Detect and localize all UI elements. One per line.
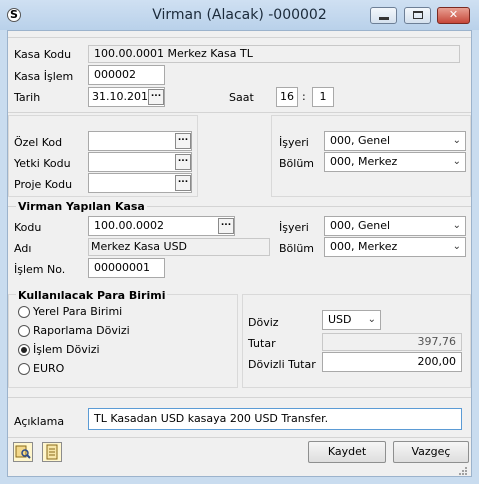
radio-label: Yerel Para Birimi (33, 305, 123, 318)
radio-label: İşlem Dövizi (33, 343, 100, 356)
minimize-icon (379, 17, 389, 20)
yetki-kodu-lookup-button[interactable]: ... (175, 154, 191, 170)
kasa-kodu-label: Kasa Kodu (14, 48, 72, 61)
dovizli-tutar-label: Dövizli Tutar (248, 358, 316, 371)
radio-button-selected[interactable] (18, 344, 30, 356)
chevron-down-icon: ⌄ (452, 156, 461, 167)
chevron-down-icon: ⌄ (367, 314, 376, 325)
virman-section-title: Virman Yapılan Kasa (16, 200, 147, 213)
radio-button[interactable] (18, 325, 30, 337)
currency-radio-group: Yerel Para Birimi Raporlama Dövizi İşlem… (18, 304, 218, 380)
ozel-kod-label: Özel Kod (14, 136, 63, 149)
virman-kodu-lookup-button[interactable]: ... (218, 218, 234, 234)
search-tool-button[interactable] (13, 442, 33, 462)
doviz-label: Döviz (248, 316, 279, 329)
islem-no-field[interactable]: 00000001 (88, 258, 165, 278)
virman-adi-label: Adı (14, 242, 32, 255)
isyeri-value: 000, Genel (330, 134, 391, 147)
radio-button[interactable] (18, 306, 30, 318)
chevron-down-icon: ⌄ (452, 135, 461, 146)
aciklama-field[interactable]: TL Kasadan USD kasaya 200 USD Transfer. (88, 408, 462, 430)
virman-adi-field: Merkez Kasa USD (88, 238, 270, 256)
divider (8, 437, 471, 438)
document-icon (46, 444, 58, 460)
tarih-label: Tarih (14, 91, 41, 104)
isyeri-select[interactable]: 000, Genel ⌄ (324, 131, 466, 151)
radio-option-raporlama[interactable]: Raporlama Dövizi (18, 323, 218, 339)
radio-label: EURO (33, 362, 65, 375)
kasa-islem-field[interactable]: 000002 (88, 65, 165, 85)
divider (8, 112, 471, 113)
virman-kodu-label: Kodu (14, 221, 42, 234)
bolum-select[interactable]: 000, Merkez ⌄ (324, 152, 466, 172)
divider (8, 397, 471, 398)
virman-bolum-value: 000, Merkez (330, 240, 398, 253)
radio-button[interactable] (18, 363, 30, 375)
radio-option-islem-dovizi[interactable]: İşlem Dövizi (18, 342, 218, 358)
proje-kodu-label: Proje Kodu (14, 178, 73, 191)
tutar-label: Tutar (248, 337, 276, 350)
radio-option-euro[interactable]: EURO (18, 361, 218, 377)
ozel-kod-lookup-button[interactable]: ... (175, 133, 191, 149)
kasa-islem-label: Kasa İşlem (14, 70, 74, 83)
tarih-picker-button[interactable]: ... (148, 89, 164, 105)
maximize-button[interactable] (404, 7, 431, 24)
close-icon: ✕ (448, 8, 459, 21)
saat-separator: : (302, 90, 306, 103)
radio-label: Raporlama Dövizi (33, 324, 130, 337)
yetki-kodu-label: Yetki Kodu (14, 157, 71, 170)
dovizli-tutar-field[interactable]: 200,00 (322, 352, 462, 372)
saat-hour-field[interactable]: 16 (276, 87, 298, 107)
tutar-field: 397,76 (322, 333, 462, 351)
chevron-down-icon: ⌄ (452, 241, 461, 252)
minimize-button[interactable] (370, 7, 397, 24)
resize-grip-icon[interactable] (458, 466, 468, 476)
close-button[interactable]: ✕ (437, 7, 470, 24)
virman-isyeri-label: İşyeri (279, 221, 309, 234)
virman-bolum-select[interactable]: 000, Merkez ⌄ (324, 237, 466, 257)
divider (8, 37, 471, 38)
tarih-value: 31.10.2013 (92, 90, 155, 103)
maximize-icon (413, 11, 423, 19)
save-button[interactable]: Kaydet (308, 441, 386, 463)
chevron-down-icon: ⌄ (452, 220, 461, 231)
doviz-value: USD (328, 313, 352, 326)
currency-section-title: Kullanılacak Para Birimi (16, 289, 168, 302)
islem-no-label: İşlem No. (14, 263, 66, 276)
cancel-button[interactable]: Vazgeç (393, 441, 469, 463)
aciklama-label: Açıklama (14, 415, 65, 428)
saat-minute-field[interactable]: 1 (312, 87, 334, 107)
virman-bolum-label: Bölüm (279, 242, 315, 255)
saat-label: Saat (229, 91, 254, 104)
search-icon (15, 445, 31, 459)
isyeri-label: İşyeri (279, 136, 309, 149)
doviz-select[interactable]: USD ⌄ (322, 310, 381, 330)
proje-kodu-lookup-button[interactable]: ... (175, 175, 191, 191)
virman-kodu-field[interactable]: 100.00.0002 (88, 216, 235, 236)
virman-isyeri-value: 000, Genel (330, 219, 391, 232)
bolum-value: 000, Merkez (330, 155, 398, 168)
bolum-label: Bölüm (279, 157, 315, 170)
virman-isyeri-select[interactable]: 000, Genel ⌄ (324, 216, 466, 236)
radio-option-yerel[interactable]: Yerel Para Birimi (18, 304, 218, 320)
kasa-kodu-field: 100.00.0001 Merkez Kasa TL (88, 45, 460, 63)
document-tool-button[interactable] (42, 442, 62, 462)
